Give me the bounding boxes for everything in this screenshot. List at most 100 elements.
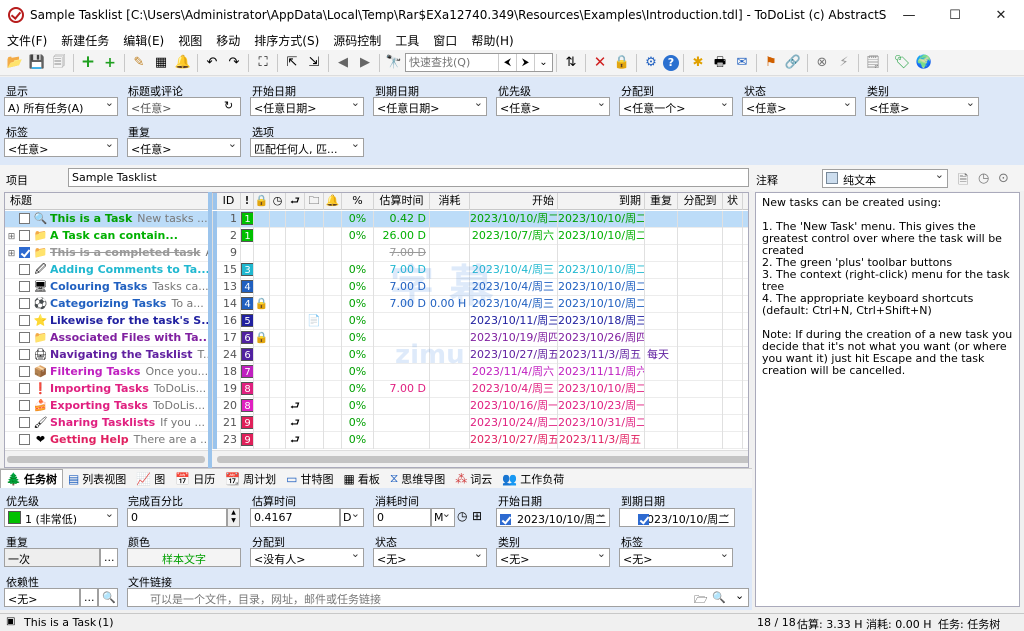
task-lock-icon[interactable]	[254, 363, 270, 381]
task-dependency-icon[interactable]	[286, 346, 305, 364]
task-title[interactable]: Colouring Tasks	[50, 280, 147, 293]
add-time-icon[interactable]: ⊞	[472, 509, 482, 523]
tab-chart[interactable]: 📈 图	[131, 469, 170, 488]
task-lock-icon[interactable]: 🔒	[254, 295, 270, 313]
spent-input[interactable]: 0	[373, 508, 431, 527]
columns-horizontal-scrollbar[interactable]	[217, 456, 748, 463]
col-recur[interactable]: 重复	[645, 193, 678, 210]
task-file-icon[interactable]	[305, 210, 324, 228]
task-done-checkbox[interactable]	[19, 247, 30, 258]
minimize-button[interactable]: —	[886, 0, 932, 30]
percent-spinner[interactable]: ▲ ▼	[227, 508, 240, 527]
filter-options-select[interactable]: 匹配任何人, 匹...	[250, 138, 364, 157]
task-lock-icon[interactable]	[254, 227, 270, 245]
expand-toggle-icon[interactable]: ⊞	[7, 246, 16, 262]
print-icon[interactable]: 🖶	[710, 53, 730, 73]
menu-sort[interactable]: 排序方式(S)	[247, 32, 326, 49]
col-spent[interactable]: 消耗	[430, 193, 470, 210]
notes-format-select[interactable]: 纯文本	[822, 169, 948, 188]
move-up-icon[interactable]: ⇱	[282, 53, 302, 73]
col-depend-icon[interactable]: ⮐	[286, 193, 305, 210]
calendar-icon[interactable]: ▦	[151, 53, 171, 73]
task-lock-icon[interactable]	[254, 261, 270, 279]
color-sample-button[interactable]: 样本文字	[127, 548, 241, 567]
depends-find-icon[interactable]: 🔍	[98, 588, 118, 607]
sort-icon[interactable]: ⇅	[561, 53, 581, 73]
task-row[interactable]: 🖉 Adding Comments to Ta... 15 3 0% 7.00 D 2023…	[5, 261, 748, 279]
filelink-dropdown-icon[interactable]: ⌄	[735, 589, 744, 602]
help-icon[interactable]: ?	[663, 54, 679, 71]
redo-icon[interactable]: ↷	[224, 53, 244, 73]
flag-icon[interactable]: ⚑	[761, 53, 781, 73]
task-dependency-icon[interactable]	[286, 227, 305, 245]
task-done-checkbox[interactable]	[19, 230, 30, 241]
task-row[interactable]: 🔍 This is a Task New tasks ... 1 1 0% 0.42 D 20…	[5, 210, 748, 228]
filter-status-select[interactable]: <任意>	[742, 97, 856, 116]
refresh-icon[interactable]: ↻	[224, 99, 233, 112]
task-done-checkbox[interactable]	[19, 434, 30, 445]
task-row[interactable]: ⭐ Likewise for the task's S... 16 5 📄 0% 2023/…	[5, 312, 748, 330]
task-title[interactable]: Likewise for the task's S...	[50, 314, 212, 327]
filter-category-select[interactable]: <任意>	[865, 97, 979, 116]
back-arrow-icon[interactable]: ◀	[333, 53, 353, 73]
category-select[interactable]: <无>	[496, 548, 610, 567]
task-lock-icon[interactable]: 🔒	[254, 329, 270, 347]
task-file-icon[interactable]	[305, 414, 324, 432]
estimate-unit-select[interactable]: D	[340, 508, 364, 527]
task-done-checkbox[interactable]	[19, 213, 30, 224]
task-title[interactable]: Adding Comments to Ta...	[50, 263, 210, 276]
due-date-picker[interactable]: 2023/10/10/周二	[619, 508, 735, 527]
task-file-icon[interactable]	[305, 295, 324, 313]
col-id[interactable]: ID	[217, 193, 241, 210]
tag-icon[interactable]: 🏷	[892, 53, 912, 73]
task-title[interactable]: Exporting Tasks	[50, 399, 148, 412]
tag-select[interactable]: <无>	[619, 548, 733, 567]
task-lock-icon[interactable]	[254, 397, 270, 415]
task-row[interactable]: 📁 Associated Files with Ta... 17 6 🔒 0% 2023/1…	[5, 329, 748, 347]
col-clock-icon[interactable]: ◷	[270, 193, 286, 210]
task-lock-icon[interactable]	[254, 414, 270, 432]
task-done-checkbox[interactable]	[19, 281, 30, 292]
tab-week-planner[interactable]: 📆 周计划	[220, 469, 281, 488]
tab-workload[interactable]: 👥 工作负荷	[497, 469, 569, 488]
tab-gantt[interactable]: ▭ 甘特图	[281, 469, 338, 488]
open-folder-icon[interactable]: 📂	[5, 53, 25, 73]
quick-find-input[interactable]	[406, 56, 498, 69]
filter-tag-select[interactable]: <任意>	[4, 138, 118, 157]
task-row[interactable]: 🖨 Navigating the Tasklist T... 24 6 0% 2023/10…	[5, 346, 748, 364]
timer-clock-icon[interactable]: ◷	[457, 509, 467, 523]
tab-kanban[interactable]: ▦ 看板	[339, 469, 385, 488]
task-done-checkbox[interactable]	[19, 400, 30, 411]
tab-calendar[interactable]: 📅 日历	[170, 469, 220, 488]
task-lock-icon[interactable]	[254, 244, 270, 262]
find-dropdown-icon[interactable]: ⌄	[534, 54, 552, 71]
recur-more-button[interactable]: ...	[100, 548, 118, 567]
menu-help[interactable]: 帮助(H)	[464, 32, 520, 49]
task-lock-icon[interactable]	[254, 380, 270, 398]
filter-priority-select[interactable]: <任意>	[496, 97, 610, 116]
task-row[interactable]: ⚽ Categorizing Tasks To a... 14 4 🔒 0% 7.00 D 0.…	[5, 295, 748, 313]
task-dependency-icon[interactable]	[286, 312, 305, 330]
lock-icon[interactable]: 🔒	[612, 53, 632, 73]
task-dependency-icon[interactable]	[286, 380, 305, 398]
task-lock-icon[interactable]	[254, 278, 270, 296]
task-dependency-icon[interactable]: ⮐	[286, 431, 305, 449]
task-done-checkbox[interactable]	[19, 332, 30, 343]
menu-move[interactable]: 移动	[209, 32, 247, 49]
col-title[interactable]: 标题	[5, 193, 213, 210]
estimate-input[interactable]: 0.4167	[250, 508, 340, 527]
settings-gear-icon[interactable]: ⚙	[641, 53, 661, 73]
due-date-checkbox[interactable]	[637, 513, 649, 525]
filelink-search-icon[interactable]: 🔍	[712, 591, 726, 604]
task-done-checkbox[interactable]	[19, 298, 30, 309]
task-file-icon[interactable]	[305, 227, 324, 245]
task-dependency-icon[interactable]	[286, 244, 305, 262]
filter-start-select[interactable]: <任意日期>	[250, 97, 364, 116]
task-done-checkbox[interactable]	[19, 366, 30, 377]
menu-source-control[interactable]: 源码控制	[326, 32, 388, 49]
notes-text-area[interactable]: New tasks can be created using: 1. The '…	[755, 192, 1020, 607]
bell-icon[interactable]: 🔔	[173, 53, 193, 73]
notes-down-icon[interactable]: ⊙	[998, 171, 1009, 186]
task-row[interactable]: ❗ Importing Tasks ToDoLis... 19 8 0% 7.00 D 202…	[5, 380, 748, 398]
col-file-icon[interactable]: 🗀	[305, 193, 324, 210]
